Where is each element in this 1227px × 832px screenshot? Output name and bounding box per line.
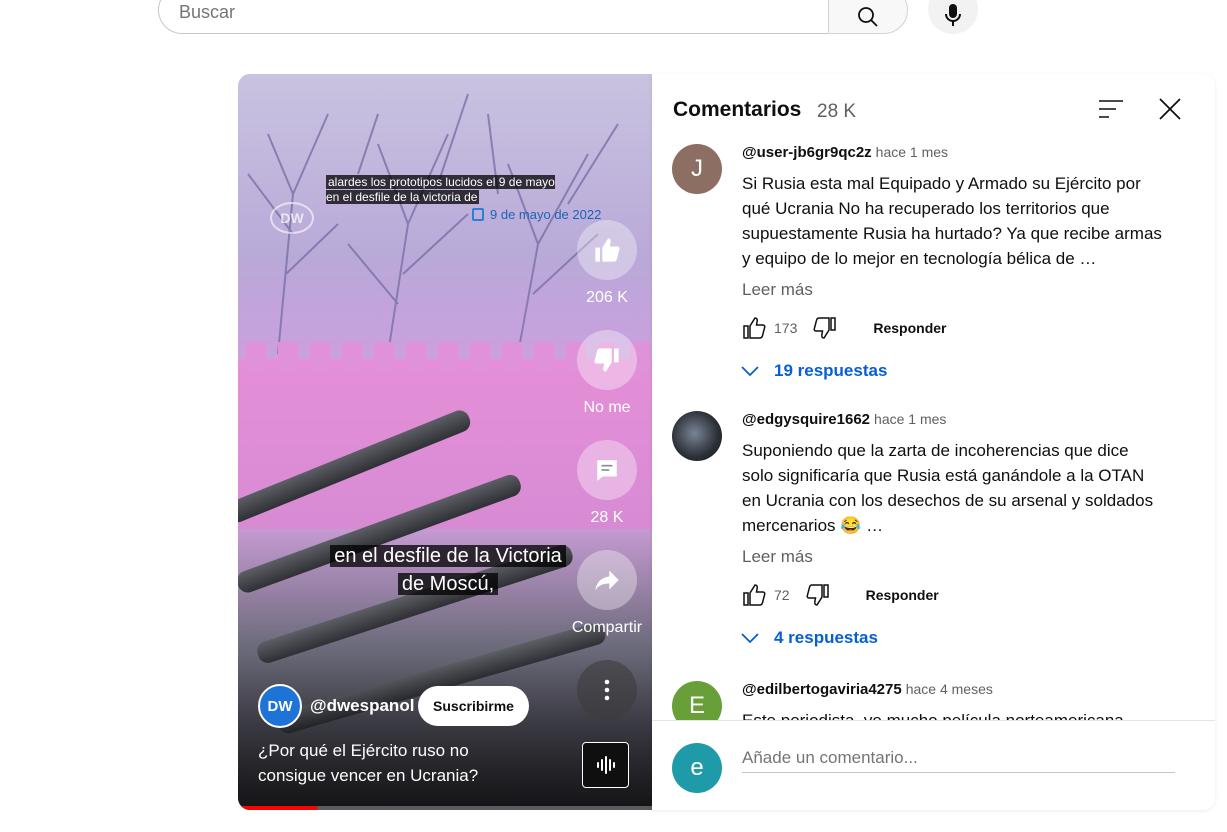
comment-like-count: 72 — [774, 587, 790, 603]
video-progress-bar[interactable] — [238, 806, 652, 810]
microphone-icon — [945, 4, 961, 26]
commenter-handle[interactable]: @edgysquire1662 — [742, 411, 870, 428]
comment-text: Si Rusia esta mal Equipado y Armado su E… — [742, 174, 1162, 268]
read-more-link[interactable]: Leer más — [742, 280, 1162, 300]
close-icon[interactable] — [1157, 96, 1183, 122]
comment-time[interactable]: hace 1 mes — [876, 144, 948, 160]
video-caption-top: alardes los prototipos lucidos el 9 de m… — [326, 175, 555, 204]
page: alardes los prototipos lucidos el 9 de m… — [0, 0, 1227, 832]
channel-avatar[interactable]: DW — [258, 684, 302, 728]
video-progress-fill — [238, 806, 317, 810]
subscribe-button[interactable]: Suscribirme — [418, 686, 529, 726]
thumbs-down-icon — [594, 348, 619, 372]
more-vertical-icon — [604, 679, 610, 701]
dislike-label: No me — [583, 399, 631, 416]
view-replies-button[interactable]: 4 respuestas — [736, 628, 1162, 648]
share-button[interactable] — [577, 550, 637, 610]
chevron-down-icon — [741, 366, 759, 377]
more-options-button[interactable] — [577, 660, 637, 720]
share-label: Compartir — [571, 619, 643, 636]
search-box[interactable] — [158, 0, 830, 34]
search-icon — [858, 7, 878, 27]
short-video-player[interactable]: alardes los prototipos lucidos el 9 de m… — [238, 74, 652, 810]
thumbs-up-icon — [595, 238, 620, 262]
thumbs-down-outline-icon[interactable] — [813, 316, 837, 340]
comment-time[interactable]: hace 4 meses — [906, 681, 993, 697]
thumbs-up-outline-icon[interactable] — [742, 316, 766, 340]
read-more-link[interactable]: Leer más — [742, 547, 1162, 567]
commenter-handle[interactable]: @edilbertogaviria4275 — [742, 681, 902, 698]
video-date: 9 de mayo de 2022 — [472, 207, 601, 222]
comments-button[interactable] — [577, 440, 637, 500]
commenter-handle[interactable]: @user-jb6gr9qc2z — [742, 144, 872, 161]
sort-icon[interactable] — [1098, 98, 1124, 120]
comments-title: Comentarios — [673, 98, 802, 121]
thumbs-up-outline-icon[interactable] — [742, 583, 766, 607]
chevron-down-icon — [741, 633, 759, 644]
comment-like-count: 173 — [774, 320, 798, 336]
dw-watermark: DW — [270, 202, 314, 234]
reply-button[interactable]: Responder — [873, 320, 946, 336]
user-avatar[interactable]: e — [672, 743, 722, 793]
like-button[interactable] — [577, 220, 637, 280]
video-subtitle: en el desfile de la Victoria de Moscú, — [308, 542, 588, 598]
like-count: 206 K — [586, 289, 628, 306]
share-icon — [595, 570, 619, 591]
commenter-avatar[interactable] — [672, 411, 722, 461]
calendar-icon — [472, 208, 484, 221]
comment-count: 28 K — [590, 509, 624, 526]
comments-panel: Comentarios 28 K J @user-jb6gr9qc2z hace … — [652, 74, 1215, 810]
comment-icon — [597, 460, 617, 481]
video-title[interactable]: ¿Por qué el Ejército ruso no consigue ve… — [258, 738, 518, 788]
search-input[interactable] — [179, 1, 779, 23]
channel-handle[interactable]: @dwespanol — [310, 696, 414, 716]
comments-count: 28 K — [817, 101, 857, 122]
thumbs-down-outline-icon[interactable] — [806, 583, 830, 607]
audio-waveform-icon — [596, 756, 615, 774]
comment-time[interactable]: hace 1 mes — [874, 411, 946, 427]
add-comment-bar: e — [652, 720, 1215, 810]
commenter-avatar[interactable]: J — [672, 144, 722, 194]
dislike-button[interactable] — [577, 330, 637, 390]
sound-button[interactable] — [582, 742, 629, 788]
view-replies-button[interactable]: 19 respuestas — [736, 361, 1162, 381]
add-comment-input[interactable] — [742, 743, 1175, 773]
search-button[interactable] — [828, 0, 908, 34]
reply-button[interactable]: Responder — [866, 587, 939, 603]
voice-search-button[interactable] — [928, 0, 978, 34]
comment-text: Suponiendo que la zarta de incoherencias… — [742, 441, 1154, 535]
